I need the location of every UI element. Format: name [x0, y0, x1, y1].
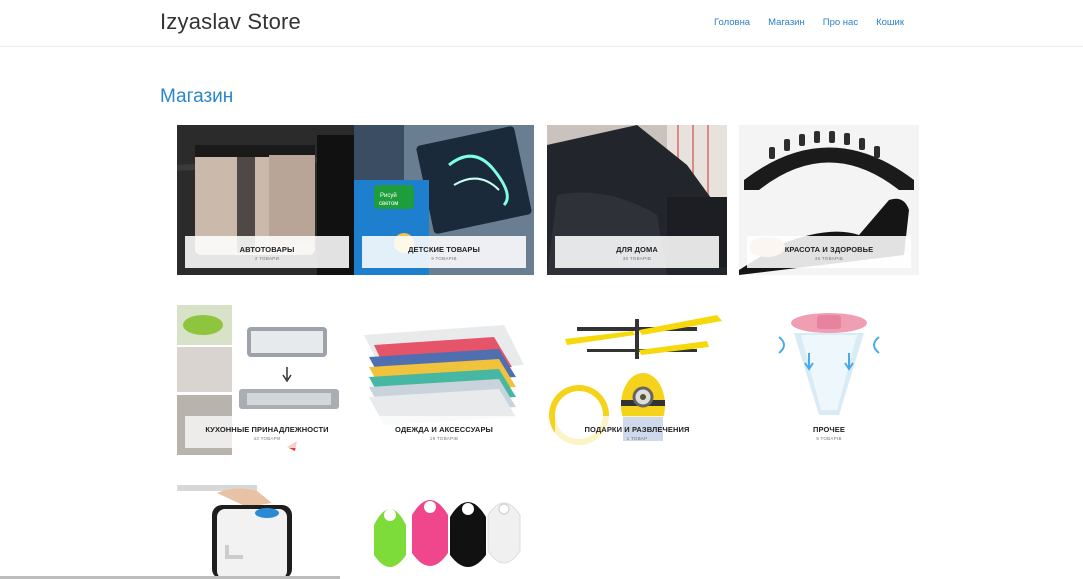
site-header: Izyaslav Store Головна Магазин Про нас К…	[0, 0, 1083, 47]
category-caption: ДЕТСКИЕ ТОВАРЫ 9 ТОВАРІВ	[362, 236, 526, 268]
page-title: Магазин	[160, 86, 234, 107]
category-card-kids[interactable]: Рисуй светом ДЕТСКИЕ ТОВАРЫ 9 ТОВАРІВ	[354, 125, 534, 275]
category-card-beauty[interactable]: КРАСОТА И ЗДОРОВЬЕ 46 ТОВАРІВ	[739, 125, 919, 275]
category-caption: АВТОТОВАРЫ 2 ТОВАРИ	[185, 236, 349, 268]
category-caption: ДЛЯ ДОМА 30 ТОВАРІВ	[555, 236, 719, 268]
svg-text:Рисуй: Рисуй	[380, 192, 397, 199]
category-card-kitchen[interactable]: КУХОННЫЕ ПРИНАДЛЕЖНОСТИ 43 ТОВАРИ	[177, 305, 357, 455]
category-product-image-keyfinder[interactable]	[354, 485, 534, 579]
category-count: 46 ТОВАРІВ	[814, 256, 844, 261]
category-count: 43 ТОВАРИ	[253, 436, 281, 441]
water-pump-image	[177, 485, 357, 579]
nav-link-cart[interactable]: Кошик	[876, 17, 904, 28]
nav-link-home[interactable]: Головна	[714, 17, 750, 28]
category-caption: КРАСОТА И ЗДОРОВЬЕ 46 ТОВАРІВ	[747, 236, 911, 268]
key-finder-image	[354, 485, 534, 579]
main-nav: Головна Магазин Про нас Кошик	[714, 17, 922, 28]
category-count: 19 ТОВАРІВ	[429, 436, 459, 441]
category-title: ДЕТСКИЕ ТОВАРЫ	[408, 245, 480, 254]
category-count: 9 ТОВАРІВ	[816, 436, 842, 441]
category-card-gifts[interactable]: ПОДАРКИ И РАЗВЛЕЧЕНИЯ 1 ТОВАР	[547, 305, 727, 455]
category-count: 30 ТОВАРІВ	[622, 256, 652, 261]
category-caption: ПРОЧЕЕ 9 ТОВАРІВ	[747, 416, 911, 448]
category-card-clothes[interactable]: ОДЕЖДА И АКСЕССУАРЫ 19 ТОВАРІВ	[354, 305, 534, 455]
category-count: 2 ТОВАРИ	[254, 256, 280, 261]
category-count: 9 ТОВАРІВ	[431, 256, 457, 261]
category-title: ОДЕЖДА И АКСЕССУАРЫ	[395, 425, 493, 434]
category-title: ПОДАРКИ И РАЗВЛЕЧЕНИЯ	[584, 425, 690, 434]
site-brand[interactable]: Izyaslav Store	[160, 9, 301, 35]
category-card-home[interactable]: ДЛЯ ДОМА 30 ТОВАРІВ	[547, 125, 727, 275]
category-caption: ПОДАРКИ И РАЗВЛЕЧЕНИЯ 1 ТОВАР	[555, 416, 719, 448]
category-card-auto[interactable]: АВТОТОВАРЫ 2 ТОВАРИ	[177, 125, 357, 275]
category-title: ПРОЧЕЕ	[812, 425, 845, 434]
category-caption: КУХОННЫЕ ПРИНАДЛЕЖНОСТИ 43 ТОВАРИ	[185, 416, 349, 448]
category-title: АВТОТОВАРЫ	[239, 245, 295, 254]
nav-link-shop[interactable]: Магазин	[768, 17, 805, 28]
svg-text:светом: светом	[379, 201, 398, 207]
category-count: 1 ТОВАР	[626, 436, 648, 441]
category-product-image-pump[interactable]	[177, 485, 357, 579]
category-title: ДЛЯ ДОМА	[616, 245, 658, 254]
category-card-other[interactable]: ПРОЧЕЕ 9 ТОВАРІВ	[739, 305, 919, 455]
category-caption: ОДЕЖДА И АКСЕССУАРЫ 19 ТОВАРІВ	[362, 416, 526, 448]
category-title: КУХОННЫЕ ПРИНАДЛЕЖНОСТИ	[205, 425, 329, 434]
nav-link-about[interactable]: Про нас	[823, 17, 858, 28]
category-title: КРАСОТА И ЗДОРОВЬЕ	[784, 245, 874, 254]
